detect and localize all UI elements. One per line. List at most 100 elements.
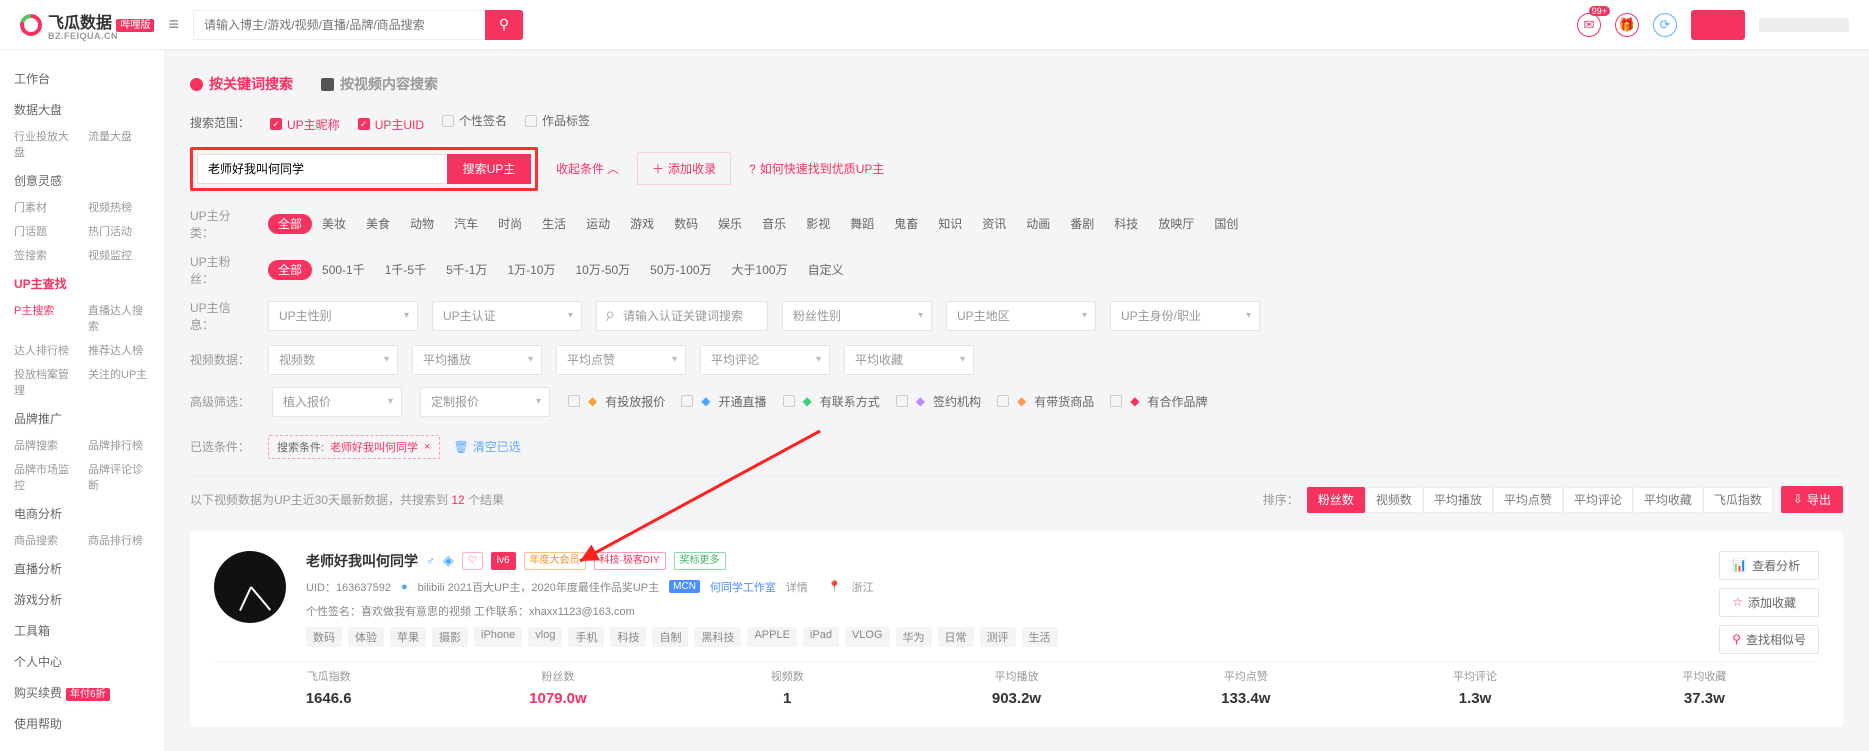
category-pill[interactable]: 舞蹈 [840,214,884,234]
sidebar-section-title[interactable]: 游戏分析 [8,583,156,614]
sort-pill[interactable]: 平均点赞 [1493,487,1563,513]
sidebar-link[interactable]: 直播达人搜索 [82,298,156,338]
content-tag[interactable]: APPLE [747,627,796,647]
category-pill[interactable]: 生活 [532,214,576,234]
sidebar-section-title[interactable]: 工作台 [8,62,156,93]
category-pill[interactable]: 动画 [1016,214,1060,234]
sidebar-link[interactable]: P主搜索 [8,298,82,338]
sidebar-section-title[interactable]: UP主查找 [8,267,156,298]
sort-pill[interactable]: 平均评论 [1563,487,1633,513]
content-tag[interactable]: 测评 [980,627,1016,647]
gift-icon[interactable]: 🎁 [1615,13,1639,37]
sidebar-section-title[interactable]: 数据大盘 [8,93,156,124]
help-link[interactable]: ?如何快速找到优质UP主 [749,160,884,177]
mcn-detail-link[interactable]: 详情 [786,579,808,595]
fans-pill[interactable]: 50万-100万 [640,260,721,280]
verify-keyword-input[interactable]: 请输入认证关键词搜索 [596,301,768,331]
adv-checkbox[interactable]: ◆签约机构 [896,393,981,410]
select-avg-comment[interactable]: 平均评论 [700,345,830,375]
category-pill[interactable]: 运动 [576,214,620,234]
category-pill[interactable]: 全部 [268,214,312,234]
content-tag[interactable]: 苹果 [390,627,426,647]
sidebar-link[interactable]: 品牌评论诊断 [82,457,156,497]
sidebar-link[interactable]: 门素材 [8,195,82,219]
fans-pill[interactable]: 500-1千 [312,260,375,280]
content-tag[interactable]: vlog [528,627,562,647]
select-fan-gender[interactable]: 粉丝性别 [782,301,932,331]
more-tags-badge[interactable]: 奖标更多 [674,552,726,570]
content-tag[interactable]: 摄影 [432,627,468,647]
sort-pill[interactable]: 平均收藏 [1633,487,1703,513]
fans-pill[interactable]: 自定义 [798,260,854,280]
fans-pill[interactable]: 1万-10万 [497,260,565,280]
category-pill[interactable]: 番剧 [1060,214,1104,234]
adv-checkbox[interactable]: ◆有合作品牌 [1110,393,1207,410]
category-pill[interactable]: 娱乐 [708,214,752,234]
message-icon[interactable]: ✉99+ [1577,13,1601,37]
sidebar-link[interactable]: 品牌市场监控 [8,457,82,497]
category-pill[interactable]: 游戏 [620,214,664,234]
sidebar-section-title[interactable]: 工具箱 [8,614,156,645]
toggle-conditions-link[interactable]: 收起条件 ︿ [556,160,619,177]
scope-checkbox[interactable]: 作品标签 [525,112,590,129]
sidebar-link[interactable]: 行业投放大盘 [8,124,82,164]
category-pill[interactable]: 动物 [400,214,444,234]
adv-checkbox[interactable]: ◆开通直播 [681,393,766,410]
user-avatar[interactable] [1691,10,1745,40]
logo[interactable]: 飞瓜数据 哔哩版 BZ.FEIQUA.CN [20,9,154,41]
scope-checkbox[interactable]: 个性签名 [442,112,507,129]
content-tag[interactable]: iPad [803,627,839,647]
up-avatar[interactable] [214,551,286,623]
content-tag[interactable]: 生活 [1022,627,1058,647]
sort-pill[interactable]: 粉丝数 [1307,487,1365,513]
sidebar-link[interactable]: 达人排行榜 [8,338,82,362]
add-favorite-button[interactable]: ☆添加收藏 [1719,588,1819,617]
fans-pill[interactable]: 10万-50万 [565,260,640,280]
category-pill[interactable]: 放映厅 [1148,214,1204,234]
category-pill[interactable]: 鬼畜 [884,214,928,234]
sort-pill[interactable]: 视频数 [1365,487,1423,513]
category-pill[interactable]: 汽车 [444,214,488,234]
history-icon[interactable]: ⟳ [1653,13,1677,37]
category-pill[interactable]: 数码 [664,214,708,234]
sidebar-link[interactable]: 门话题 [8,219,82,243]
content-tag[interactable]: 数码 [306,627,342,647]
category-pill[interactable]: 音乐 [752,214,796,234]
mcn-name-link[interactable]: 何同学工作室 [710,579,776,595]
sidebar-link[interactable]: 品牌排行榜 [82,433,156,457]
up-search-button[interactable]: 搜索UP主 [447,154,531,184]
fans-pill[interactable]: 大于100万 [722,260,798,280]
view-analysis-button[interactable]: 📊查看分析 [1719,551,1819,580]
adv-checkbox[interactable]: ◆有投放报价 [568,393,665,410]
sidebar-link[interactable]: 品牌搜索 [8,433,82,457]
sidebar-link[interactable]: 关注的UP主 [82,362,156,402]
remove-condition-icon[interactable]: × [424,441,430,453]
select-verify[interactable]: UP主认证 [432,301,582,331]
adv-checkbox[interactable]: ◆有联系方式 [783,393,880,410]
fans-pill[interactable]: 5千-1万 [436,260,497,280]
sort-pill[interactable]: 飞瓜指数 [1703,487,1773,513]
category-pill[interactable]: 美妆 [312,214,356,234]
content-tag[interactable]: VLOG [845,627,890,647]
select-avg-play[interactable]: 平均播放 [412,345,542,375]
content-tag[interactable]: iPhone [474,627,522,647]
sidebar-section-title[interactable]: 品牌推广 [8,402,156,433]
up-name[interactable]: 老师好我叫何同学 [306,551,418,571]
content-tag[interactable]: 日常 [938,627,974,647]
sidebar-link[interactable]: 流量大盘 [82,124,156,164]
category-pill[interactable]: 资讯 [972,214,1016,234]
sidebar-section-title[interactable]: 创意灵感 [8,164,156,195]
sidebar-section-title[interactable]: 直播分析 [8,552,156,583]
sidebar-link[interactable]: 视频监控 [82,243,156,267]
content-tag[interactable]: 科技 [610,627,646,647]
fans-pill[interactable]: 全部 [268,260,312,280]
sort-pill[interactable]: 平均播放 [1423,487,1493,513]
up-search-input[interactable] [197,154,447,184]
find-similar-button[interactable]: ⚲查找相似号 [1719,625,1819,654]
category-pill[interactable]: 知识 [928,214,972,234]
adv-checkbox[interactable]: ◆有带货商品 [997,393,1094,410]
select-embed-price[interactable]: 植入报价 [272,387,402,417]
global-search-button[interactable]: ⚲ [485,10,523,40]
sidebar-link[interactable]: 推荐达人榜 [82,338,156,362]
tab-keyword-search[interactable]: 按关键词搜索 [190,74,293,94]
